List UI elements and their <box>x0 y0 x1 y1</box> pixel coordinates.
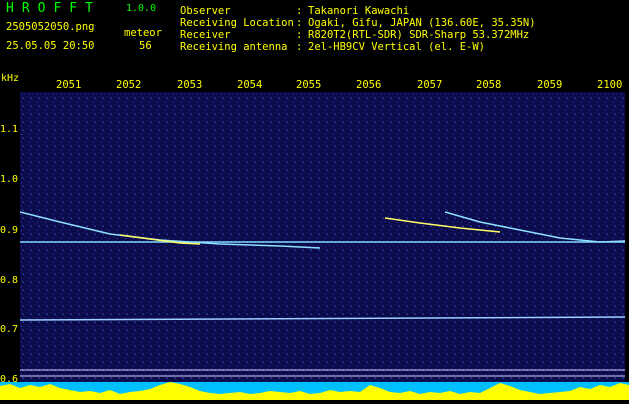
receiver-row: Receiver: R820T2(RTL-SDR) SDR-Sharp 53.37… <box>180 29 529 41</box>
time-tick-label: 2051 <box>56 79 82 91</box>
receiver-value: R820T2(RTL-SDR) SDR-Sharp 53.372MHz <box>308 29 530 41</box>
app-name: HROFFT <box>6 1 101 16</box>
signal-strength-bars <box>0 382 629 400</box>
separator: : <box>296 41 303 53</box>
freq-tick-label: 0.8 <box>0 275 19 286</box>
antenna-value: 2el-HB9CV Vertical (el. E-W) <box>308 41 486 53</box>
time-tick-label: 2052 <box>116 79 142 91</box>
freq-tick-label: 0.7 <box>0 324 19 335</box>
timestamp: 25.05.05 20:50 <box>6 40 95 52</box>
freq-tick-label: 1.1 <box>0 124 19 135</box>
time-tick-label: 2055 <box>296 79 322 91</box>
time-tick-label: 2059 <box>537 79 563 91</box>
signal-strength-fill <box>0 382 629 400</box>
freq-tick-label: 0.9 <box>0 225 19 236</box>
observer-key: Observer <box>180 5 231 17</box>
observer-row: Observer: Takanori Kawachi <box>180 5 409 17</box>
freq-unit-label: kHz <box>1 73 20 84</box>
spectrogram <box>20 92 625 382</box>
meteor-label: meteor <box>124 27 162 39</box>
separator: : <box>296 29 303 41</box>
app-version: 1.0.0 <box>126 3 157 14</box>
receiver-key: Receiver <box>180 29 231 41</box>
antenna-key: Receiving antenna <box>180 41 288 53</box>
location-key: Receiving Location <box>180 17 294 29</box>
spectrogram-canvas <box>20 92 625 382</box>
time-tick-label: 2056 <box>356 79 382 91</box>
time-tick-label: 2100 <box>597 79 623 91</box>
location-row: Receiving Location: Ogaki, Gifu, JAPAN (1… <box>180 17 536 29</box>
signal-strength-strip <box>0 382 629 400</box>
meteor-count: 56 <box>139 40 152 52</box>
time-tick-label: 2053 <box>177 79 203 91</box>
antenna-row: Receiving antenna:2el-HB9CV Vertical (el… <box>180 41 485 53</box>
time-tick-label: 2054 <box>237 79 263 91</box>
time-tick-label: 2057 <box>417 79 443 91</box>
separator: : <box>296 17 303 29</box>
header: HROFFT 1.0.0 2505052050.png 25.05.05 20:… <box>0 0 629 72</box>
time-tick-label: 2058 <box>476 79 502 91</box>
separator: : <box>296 5 303 17</box>
freq-tick-label: 1.0 <box>0 174 19 185</box>
filename: 2505052050.png <box>6 21 95 33</box>
location-value: Ogaki, Gifu, JAPAN (136.60E, 35.35N) <box>308 17 536 29</box>
noise-background <box>20 92 625 382</box>
observer-value: Takanori Kawachi <box>308 5 410 17</box>
